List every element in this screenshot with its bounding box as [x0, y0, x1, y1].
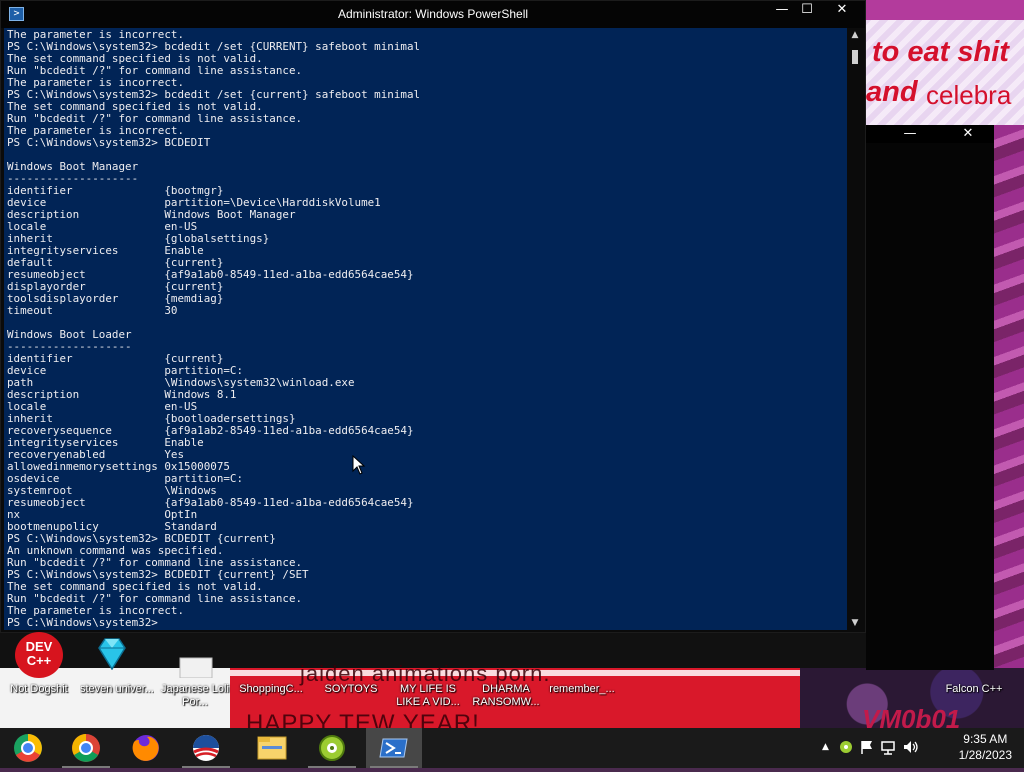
- taskbar-app-firefox[interactable]: [118, 728, 174, 768]
- scroll-down-button[interactable]: ▼: [847, 616, 863, 630]
- scroll-up-button[interactable]: ▲: [847, 28, 863, 42]
- dev-cpp-icon[interactable]: DEV C++: [15, 632, 63, 678]
- green-disc-icon: [319, 735, 345, 761]
- desktop-icon-label[interactable]: steven univer...: [80, 683, 154, 696]
- desktop-icon-label[interactable]: remember_...: [545, 683, 619, 696]
- taskbar: ▲ 9:35 AM 1/28/2023: [0, 728, 1024, 768]
- desktop-icon-label[interactable]: Falcon C++: [937, 683, 1011, 696]
- flag-icon[interactable]: [860, 738, 874, 756]
- close-button[interactable]: ✕: [954, 125, 982, 143]
- console-text[interactable]: The parameter is incorrect. PS C:\Window…: [4, 28, 847, 629]
- vertical-scrollbar[interactable]: ▲ ▼: [847, 28, 863, 630]
- chrome-os-style-icon: [14, 734, 42, 762]
- clock-time: 9:35 AM: [963, 732, 1008, 746]
- window-title: Administrator: Windows PowerShell: [337, 7, 529, 21]
- wallpaper-text: VM0b01: [862, 704, 961, 728]
- taskbar-app-explorer[interactable]: [244, 728, 300, 768]
- file-explorer-icon: [257, 736, 287, 760]
- desktop-icon-label[interactable]: MY LIFE IS LIKE A VID...: [391, 683, 465, 709]
- show-hidden-icons-chevron-icon[interactable]: ▲: [822, 738, 829, 756]
- taskbar-app-chrome[interactable]: [58, 728, 114, 768]
- taskbar-app-start[interactable]: [0, 728, 56, 768]
- console-output[interactable]: The parameter is incorrect. PS C:\Window…: [4, 28, 847, 630]
- clock[interactable]: 9:35 AM 1/28/2023: [959, 731, 1012, 763]
- taskbar-app-powershell[interactable]: [366, 728, 422, 768]
- desktop-icon-label[interactable]: Not Dogshit: [2, 683, 76, 696]
- desktop-icon-label[interactable]: DHARMA RANSOMW...: [469, 683, 543, 709]
- background-window[interactable]: — ✕: [866, 125, 994, 670]
- wallpaper-text: and: [866, 76, 918, 108]
- wallpaper-text: to eat shit: [872, 36, 1009, 68]
- firefox-icon: [132, 735, 159, 761]
- volume-icon[interactable]: [902, 738, 920, 756]
- obama-logo-icon: [193, 735, 219, 761]
- desktop-icon-label[interactable]: Japanese Loli Por...: [158, 683, 232, 709]
- taskbar-app-green[interactable]: [304, 728, 360, 768]
- powershell-icon: [379, 738, 408, 758]
- wallpaper-text: HAPPY TEW YEAR!: [246, 710, 480, 728]
- system-tray: ▲ 9:35 AM 1/28/2023: [814, 728, 1024, 768]
- maximize-button[interactable]: ☐: [792, 1, 822, 21]
- window-titlebar[interactable]: > Administrator: Windows PowerShell — ☐ …: [1, 1, 865, 28]
- wallpaper-region: [994, 125, 1024, 670]
- taskbar-app-obama[interactable]: [178, 728, 234, 768]
- powershell-window[interactable]: > Administrator: Windows PowerShell — ☐ …: [0, 0, 866, 633]
- minimize-button[interactable]: —: [896, 125, 924, 143]
- gem-icon[interactable]: [97, 636, 127, 670]
- clock-date: 1/28/2023: [958, 748, 1012, 762]
- desktop-icon-label[interactable]: ShoppingC...: [234, 683, 308, 696]
- network-icon[interactable]: [880, 738, 896, 756]
- wallpaper-region: [866, 0, 1024, 20]
- green-disc-tray-icon[interactable]: [838, 738, 854, 756]
- background-window-titlebar[interactable]: — ✕: [866, 125, 994, 143]
- desktop-icon-label[interactable]: SOYTOYS: [314, 683, 388, 696]
- mouse-cursor-icon: [352, 455, 366, 475]
- wallpaper-text: celebra: [926, 80, 1012, 110]
- chrome-icon: [72, 734, 100, 762]
- close-button[interactable]: ✕: [827, 1, 857, 21]
- document-icon[interactable]: [178, 656, 214, 678]
- scroll-thumb[interactable]: [852, 50, 858, 64]
